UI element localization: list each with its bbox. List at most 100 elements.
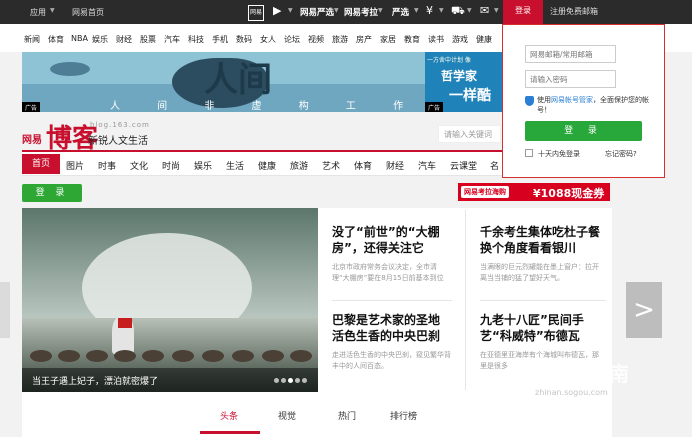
category-tab[interactable]: 名 <box>490 159 499 172</box>
chevron-down-icon: ▼ <box>50 7 55 14</box>
category-tab[interactable]: 文化 <box>130 159 148 172</box>
netease-home-link[interactable]: 网易首页 <box>72 7 104 18</box>
category-tab[interactable]: 健康 <box>258 159 276 172</box>
auto-login-checkbox[interactable] <box>525 149 533 157</box>
auto-login-label[interactable]: 十天内免登录 <box>538 149 580 159</box>
promo-banner[interactable]: 网易考拉海购 ¥1088现金券 <box>458 183 610 201</box>
chevron-down-icon: ▼ <box>334 7 339 14</box>
tab-hot[interactable]: 热门 <box>338 409 356 422</box>
nav-link[interactable]: NBA <box>71 34 88 43</box>
prev-arrow-button[interactable] <box>0 282 10 338</box>
slide-dots[interactable] <box>274 376 309 385</box>
chevron-down-icon: ▼ <box>288 7 293 14</box>
chevron-down-icon: ▼ <box>414 7 419 14</box>
category-tab[interactable]: 时事 <box>98 159 116 172</box>
email-field[interactable] <box>525 45 616 63</box>
nav-link[interactable]: 股票 <box>140 34 156 45</box>
ad-label: 广告 <box>22 102 41 112</box>
login-tab[interactable]: 登录 <box>503 0 543 24</box>
hero-slideshow[interactable]: 当王子遇上妃子，漂泊就密爆了 <box>22 208 318 392</box>
nav-link[interactable]: 论坛 <box>284 34 300 45</box>
promo-text: ¥1088现金券 <box>533 187 605 200</box>
nav-link[interactable]: 女人 <box>260 34 276 45</box>
article-title[interactable]: 九老十八匠”民间手艺“科威特”布德瓦 <box>480 312 602 344</box>
nav-link[interactable]: 游戏 <box>452 34 468 45</box>
article-title[interactable]: 巴黎是艺术家的圣地 活色生香的中央巴刹 <box>332 312 452 344</box>
next-arrow-button[interactable]: > <box>626 282 662 338</box>
nav-link[interactable]: 读书 <box>428 34 444 45</box>
tab-visual[interactable]: 视觉 <box>278 409 296 422</box>
password-field[interactable] <box>525 70 616 88</box>
apps-link[interactable]: 应用 <box>30 7 46 18</box>
promo-tag: 网易考拉海购 <box>461 186 509 198</box>
yanxuan-link[interactable]: 网易严选 <box>300 6 334 18</box>
article-desc: 当满眼的巨元烈罐能在墨上窗户：拉开离当当铺的猛了望好天气。 <box>480 263 599 282</box>
active-tab-underline <box>200 431 260 434</box>
chevron-down-icon: ▼ <box>439 7 444 14</box>
category-tabs: 首页 图片 时事 文化 时尚 娱乐 生活 健康 旅游 艺术 体育 财经 汽车 云… <box>22 150 512 176</box>
nav-link[interactable]: 旅游 <box>332 34 348 45</box>
watermark-title: 搜狗指南 <box>549 362 629 386</box>
article-title[interactable]: 千余考生集体吃杜子餐换个角度看看银川 <box>480 224 602 256</box>
category-tab[interactable]: 体育 <box>354 159 372 172</box>
login-popup: 使用网易帐号管家，全面保护您的帐号！ 登 录 十天内免登录 忘记密码? <box>502 24 665 178</box>
netease-logo-icon[interactable]: 网易 <box>248 5 265 21</box>
category-tab[interactable]: 娱乐 <box>194 159 212 172</box>
nav-link[interactable]: 娱乐 <box>92 34 108 45</box>
category-tab[interactable]: 旅游 <box>290 159 308 172</box>
forgot-password-link[interactable]: 忘记密码? <box>605 149 637 159</box>
content-tabs: 头条 视觉 热门 排行榜 <box>200 397 430 437</box>
category-tab[interactable]: 财经 <box>386 159 404 172</box>
hero-scarf <box>118 318 132 328</box>
logo-brand: 网易 <box>22 135 42 146</box>
note-prefix: 使用 <box>537 96 551 104</box>
popup-login-button[interactable]: 登 录 <box>525 121 642 141</box>
nav-link[interactable]: 财经 <box>116 34 132 45</box>
tab-headlines[interactable]: 头条 <box>220 409 238 422</box>
category-tab[interactable]: 汽车 <box>418 159 436 172</box>
nav-link[interactable]: 教育 <box>404 34 420 45</box>
search-placeholder: 请输入关键词 <box>444 130 492 139</box>
category-tab[interactable]: 艺术 <box>322 159 340 172</box>
nav-link[interactable]: 家居 <box>380 34 396 45</box>
side-banner-line3: 一样酷 <box>449 88 491 104</box>
chevron-down-icon: ▼ <box>467 7 472 14</box>
tab-home[interactable]: 首页 <box>22 154 60 174</box>
nav-link[interactable]: 视频 <box>308 34 324 45</box>
category-tab[interactable]: 时尚 <box>162 159 180 172</box>
article-desc: 走进活色生香的中央巴刹，窥见繁华背丰中的人间百态。 <box>332 351 451 370</box>
nav-link[interactable]: 新闻 <box>24 34 40 45</box>
nav-link[interactable]: 数码 <box>236 34 252 45</box>
nav-link[interactable]: 汽车 <box>164 34 180 45</box>
chevron-down-icon: ▼ <box>378 7 383 14</box>
account-manager-link[interactable]: 网易帐号管家 <box>551 96 593 104</box>
category-tab[interactable]: 生活 <box>226 159 244 172</box>
register-link[interactable]: 注册免费邮箱 <box>550 6 598 17</box>
side-banner-ad[interactable]: 一方舍中计划 像 哲学家 一样酷 广告 <box>425 52 505 112</box>
nav-link[interactable]: 体育 <box>48 34 64 45</box>
category-tab[interactable]: 图片 <box>66 159 84 172</box>
mail-icon[interactable]: ✉ <box>480 4 489 18</box>
category-tab[interactable]: 云课堂 <box>450 159 477 172</box>
watermark-url: zhinan.sogou.com <box>535 388 608 397</box>
nav-link[interactable]: 手机 <box>212 34 228 45</box>
logo-slogan: 新锐人文生活 <box>88 136 148 147</box>
article-title[interactable]: 没了“前世”的“大棚房”，还得关注它 <box>332 224 452 256</box>
nav-link[interactable]: 房产 <box>356 34 372 45</box>
hero-caption[interactable]: 当王子遇上妃子，漂泊就密爆了 <box>32 374 158 387</box>
email-input[interactable] <box>526 46 614 62</box>
tab-ranking[interactable]: 排行榜 <box>390 409 417 422</box>
play-icon[interactable]: ▶ <box>273 4 281 18</box>
password-input[interactable] <box>526 71 614 87</box>
ad-label: 广告 <box>425 102 444 112</box>
currency-icon[interactable]: ¥ <box>426 4 433 18</box>
login-button[interactable]: 登 录 <box>22 184 82 202</box>
paw-icon <box>515 360 543 388</box>
nav-link[interactable]: 科技 <box>188 34 204 45</box>
nav-link[interactable]: 健康 <box>476 34 492 45</box>
banner-bird-image <box>50 62 90 76</box>
yanxuan-short-link[interactable]: 严选 <box>392 6 409 18</box>
cart-icon[interactable]: ⛟ <box>451 4 465 18</box>
blog-logo[interactable]: 网易 博客 blog.163.com 新锐人文生活 <box>22 118 222 154</box>
kaola-link[interactable]: 网易考拉 <box>344 6 378 18</box>
